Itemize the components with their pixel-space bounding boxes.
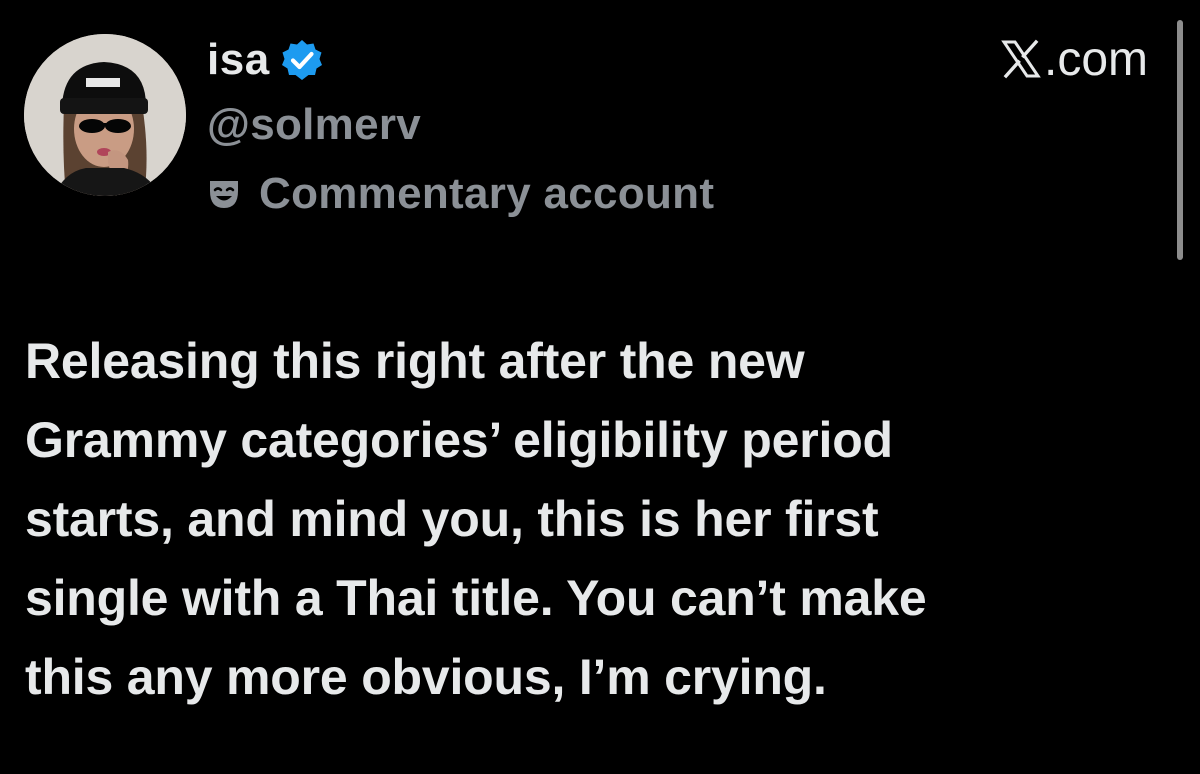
account-label: Commentary account (259, 169, 715, 218)
site-logo: .com (1000, 30, 1148, 88)
verified-badge-icon[interactable] (280, 38, 324, 82)
display-name-row: isa (207, 28, 324, 92)
avatar[interactable] (24, 34, 186, 196)
post-text-line: Releasing this right after the new (25, 333, 805, 389)
post-text-line: Grammy categories’ eligibility period (25, 412, 893, 468)
theater-mask-icon (207, 177, 241, 211)
post-card: isa @solmerv Commentary account .com Rel… (0, 0, 1200, 774)
x-logo-icon (1000, 38, 1042, 80)
post-text-line: this any more obvious, I’m crying. (25, 649, 827, 705)
site-domain-text: .com (1043, 32, 1148, 86)
post-text-line: starts, and mind you, this is her first (25, 491, 879, 547)
avatar-image (24, 34, 186, 196)
account-label-row: Commentary account (207, 166, 714, 222)
post-text-line: single with a Thai title. You can’t make (25, 570, 927, 626)
post-text: Releasing this right after the new Gramm… (25, 322, 1165, 717)
scrollbar[interactable] (1177, 20, 1183, 260)
display-name[interactable]: isa (207, 35, 270, 85)
user-handle[interactable]: @solmerv (207, 100, 421, 150)
